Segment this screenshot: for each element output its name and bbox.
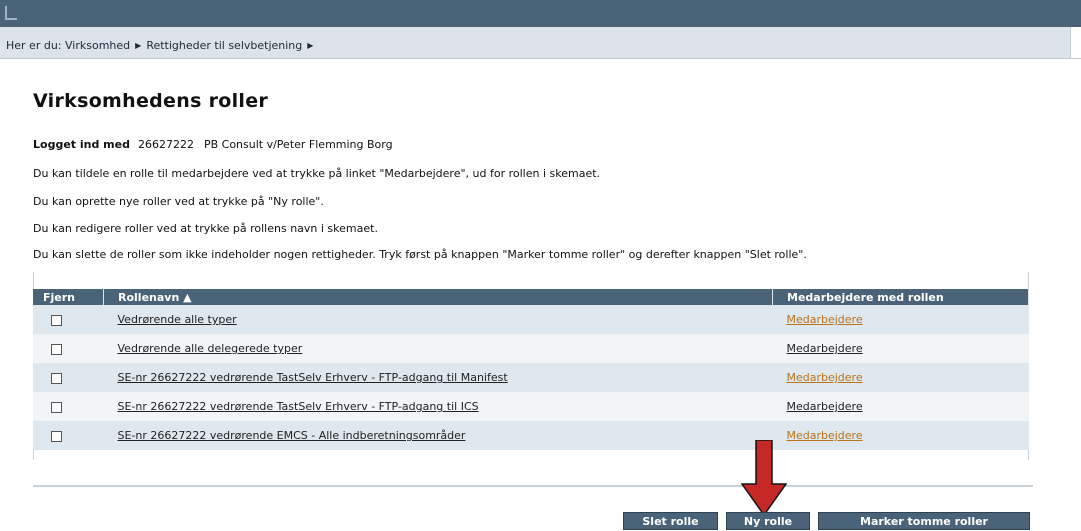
role-name-link[interactable]: SE-nr 26627222 vedrørende TastSelv Erhve… — [118, 400, 479, 413]
chevron-right-icon: ▶ — [307, 41, 314, 50]
employees-link[interactable]: Medarbejdere — [787, 400, 863, 413]
breadcrumb: Her er du: Virksomhed ▶ Rettigheder til se… — [6, 39, 318, 52]
logged-in-id: 26627222 — [137, 138, 194, 151]
instruction-text: Du kan redigere roller ved at trykke på … — [33, 222, 378, 235]
column-header-medarbejdere: Medarbejdere med rollen — [772, 289, 1029, 305]
table-row: SE-nr 26627222 vedrørende TastSelv Erhve… — [33, 392, 1029, 421]
section-divider — [33, 485, 1033, 487]
mark-empty-roles-button[interactable]: Marker tomme roller — [818, 512, 1030, 530]
breadcrumb-prefix: Her er du: — [6, 39, 62, 52]
employees-link[interactable]: Medarbejdere — [787, 313, 863, 326]
table-row: Vedrørende alle delegerede typer Medarbe… — [33, 334, 1029, 363]
logged-in-label: Logget ind med — [33, 138, 130, 151]
instruction-text: Du kan slette de roller som ikke indehol… — [33, 248, 807, 261]
roles-table: Fjern Rollenavn ▲ Medarbejdere med rolle… — [33, 289, 1029, 450]
role-name-link[interactable]: Vedrørende alle typer — [118, 313, 237, 326]
remove-checkbox[interactable] — [51, 372, 62, 384]
instruction-text: Du kan tildele en rolle til medarbejdere… — [33, 167, 601, 180]
role-name-link[interactable]: SE-nr 26627222 vedrørende TastSelv Erhve… — [118, 371, 508, 384]
breadcrumb-bar: Her er du: Virksomhed ▶ Rettigheder til se… — [0, 27, 1081, 59]
role-name-link[interactable]: Vedrørende alle delegerede typer — [118, 342, 303, 355]
new-role-button[interactable]: Ny rolle — [726, 512, 810, 530]
column-header-rollenavn[interactable]: Rollenavn ▲ — [103, 289, 773, 305]
table-row: SE-nr 26627222 vedrørende TastSelv Erhve… — [33, 363, 1029, 392]
breadcrumb-item-virksomhed[interactable]: Virksomhed — [65, 39, 130, 52]
column-header-fjern: Fjern — [33, 289, 104, 305]
remove-checkbox[interactable] — [51, 314, 62, 326]
instruction-text: Du kan oprette nye roller ved at trykke … — [33, 195, 324, 208]
page-title: Virksomhedens roller — [33, 90, 269, 112]
remove-checkbox[interactable] — [51, 401, 62, 413]
top-banner — [0, 0, 1081, 27]
chevron-right-icon: ▶ — [135, 41, 142, 50]
employees-link[interactable]: Medarbejdere — [787, 429, 863, 442]
remove-checkbox[interactable] — [51, 430, 62, 442]
employees-link[interactable]: Medarbejdere — [787, 371, 863, 384]
logged-in-line: Logget ind med 26627222 PB Consult v/Peter… — [33, 138, 393, 151]
logged-in-name: PB Consult v/Peter Flemming Borg — [203, 138, 393, 151]
remove-checkbox[interactable] — [51, 343, 62, 355]
table-row: Vedrørende alle typer Medarbejdere — [33, 305, 1029, 334]
employees-link[interactable]: Medarbejdere — [787, 342, 863, 355]
red-arrow-icon — [741, 440, 787, 516]
breadcrumb-right-cell — [1070, 27, 1081, 58]
table-row: SE-nr 26627222 vedrørende EMCS - Alle in… — [33, 421, 1029, 450]
corner-mark-icon — [5, 6, 17, 20]
role-name-link[interactable]: SE-nr 26627222 vedrørende EMCS - Alle in… — [118, 429, 466, 442]
breadcrumb-item-rettigheder[interactable]: Rettigheder til selvbetjening — [146, 39, 302, 52]
delete-role-button[interactable]: Slet rolle — [623, 512, 718, 530]
